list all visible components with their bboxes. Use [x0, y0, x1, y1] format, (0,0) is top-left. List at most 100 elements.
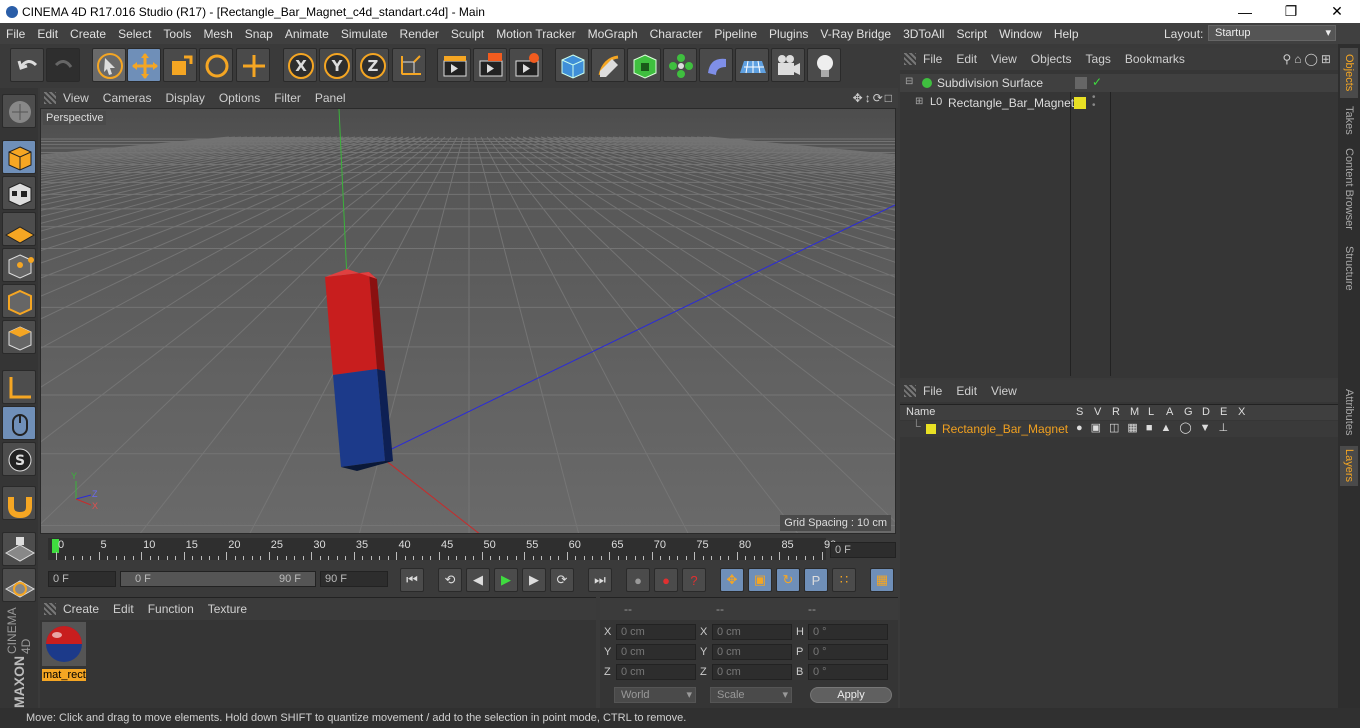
- menu-vray-bridge[interactable]: V-Ray Bridge: [814, 27, 897, 41]
- autokey-button[interactable]: ●: [654, 568, 678, 592]
- layer-col-header[interactable]: L: [1148, 406, 1154, 418]
- range-slider[interactable]: 0 F 90 F: [120, 571, 316, 587]
- key-position-button[interactable]: ✥: [720, 568, 744, 592]
- start-frame-field[interactable]: 0 F: [48, 571, 116, 587]
- next-key-button[interactable]: ⟳: [550, 568, 574, 592]
- world-dropdown[interactable]: World ▾: [614, 687, 696, 703]
- cube-object-button[interactable]: [555, 48, 589, 82]
- layer-col-header[interactable]: M: [1130, 406, 1139, 418]
- coord-value-field[interactable]: 0 °: [808, 624, 888, 640]
- coord-value-field[interactable]: 0 cm: [616, 664, 696, 680]
- menu-snap[interactable]: Snap: [239, 27, 279, 41]
- layer-menu-file[interactable]: File: [916, 384, 949, 398]
- scale-tool-button[interactable]: [163, 48, 197, 82]
- key-parameter-button[interactable]: P: [804, 568, 828, 592]
- viewport-menu-cameras[interactable]: Cameras: [96, 91, 159, 105]
- viewport-menu-filter[interactable]: Filter: [267, 91, 308, 105]
- object-toolbar-icons[interactable]: ⚲⌂◯⊞: [1282, 52, 1334, 66]
- menu-file[interactable]: File: [0, 27, 31, 41]
- tab-layers[interactable]: Layers: [1340, 446, 1358, 486]
- menu-sculpt[interactable]: Sculpt: [445, 27, 490, 41]
- next-frame-button[interactable]: ▶: [522, 568, 546, 592]
- material-name[interactable]: mat_rect: [42, 669, 86, 681]
- object-menu-view[interactable]: View: [984, 52, 1024, 66]
- menu-character[interactable]: Character: [644, 27, 709, 41]
- coord-value-field[interactable]: 0 cm: [712, 624, 792, 640]
- apply-button[interactable]: Apply: [810, 687, 892, 703]
- tab-takes[interactable]: Takes: [1340, 102, 1358, 138]
- object-name-subdivision[interactable]: Subdivision Surface: [937, 76, 1043, 90]
- coord-value-field[interactable]: 0 °: [808, 664, 888, 680]
- object-row-magnet[interactable]: ⊞ L0 Rectangle_Bar_Magnet • •: [900, 93, 1338, 112]
- z-axis-button[interactable]: Z: [355, 48, 389, 82]
- model-mode-button[interactable]: [2, 140, 36, 174]
- material-menu-edit[interactable]: Edit: [106, 602, 141, 616]
- end-frame-field[interactable]: 90 F: [320, 571, 388, 587]
- current-frame-field[interactable]: 0 F: [830, 542, 896, 558]
- viewport-menu-view[interactable]: View: [56, 91, 96, 105]
- layer-col-header[interactable]: R: [1112, 406, 1120, 418]
- previous-key-button[interactable]: ⟲: [438, 568, 462, 592]
- menu-help[interactable]: Help: [1048, 27, 1085, 41]
- y-axis-button[interactable]: Y: [319, 48, 353, 82]
- layer-col-header[interactable]: V: [1094, 406, 1101, 418]
- menu-tools[interactable]: Tools: [157, 27, 197, 41]
- menu-animate[interactable]: Animate: [279, 27, 335, 41]
- deformer-button[interactable]: [699, 48, 733, 82]
- expand-icon[interactable]: ⊞: [915, 96, 923, 107]
- x-axis-button[interactable]: X: [283, 48, 317, 82]
- planar-workplane-button[interactable]: [2, 568, 36, 602]
- object-menu-bookmarks[interactable]: Bookmarks: [1118, 52, 1192, 66]
- object-menu-tags[interactable]: Tags: [1079, 52, 1118, 66]
- magnet-tool-button[interactable]: [2, 486, 36, 520]
- edges-mode-button[interactable]: [2, 284, 36, 318]
- tab-content-browser[interactable]: Content Browser: [1340, 142, 1358, 236]
- go-to-start-button[interactable]: ⏮: [400, 568, 424, 592]
- key-rotation-button[interactable]: ↻: [776, 568, 800, 592]
- key-pla-button[interactable]: ∷: [832, 568, 856, 592]
- perspective-viewport[interactable]: Perspective Y Z X Grid Spacing : 10 cm: [40, 108, 896, 534]
- timeline-ruler[interactable]: 051015202530354045505560657075808590 0 F: [40, 536, 898, 564]
- move-tool-button[interactable]: [127, 48, 161, 82]
- material-swatch[interactable]: mat_rect: [42, 622, 86, 681]
- layer-col-header[interactable]: A: [1166, 406, 1173, 418]
- material-menu-create[interactable]: Create: [56, 602, 106, 616]
- live-selection-button[interactable]: [92, 48, 126, 82]
- menu-simulate[interactable]: Simulate: [335, 27, 394, 41]
- layer-color-swatch[interactable]: [1074, 97, 1086, 109]
- object-row-subdivision[interactable]: ⊟ Subdivision Surface ✓: [900, 74, 1338, 92]
- close-button[interactable]: ✕: [1314, 0, 1360, 23]
- texture-mode-button[interactable]: [2, 176, 36, 210]
- layer-menu-view[interactable]: View: [984, 384, 1024, 398]
- layer-color-swatch[interactable]: [926, 424, 936, 434]
- viewport-menu-panel[interactable]: Panel: [308, 91, 353, 105]
- timeline-window-button[interactable]: ▦: [870, 568, 894, 592]
- axis-mode-button[interactable]: [2, 370, 36, 404]
- tab-objects[interactable]: Objects: [1340, 48, 1358, 98]
- enabled-checkmark-icon[interactable]: ✓: [1092, 75, 1102, 89]
- make-editable-button[interactable]: [2, 94, 36, 128]
- maximize-button[interactable]: ❐: [1268, 0, 1314, 23]
- visibility-dots-icon[interactable]: • •: [1092, 93, 1096, 111]
- collapse-icon[interactable]: ⊟: [905, 76, 913, 87]
- visibility-toggle[interactable]: [1075, 77, 1087, 89]
- record-keys-button[interactable]: ●: [626, 568, 650, 592]
- coordinate-system-button[interactable]: [392, 48, 426, 82]
- scale-dropdown[interactable]: Scale ▾: [710, 687, 792, 703]
- coord-value-field[interactable]: 0 cm: [616, 644, 696, 660]
- coord-value-field[interactable]: 0 cm: [712, 644, 792, 660]
- menu-window[interactable]: Window: [993, 27, 1048, 41]
- layer-col-header[interactable]: E: [1220, 406, 1227, 418]
- menu-create[interactable]: Create: [64, 27, 112, 41]
- layer-col-header[interactable]: S: [1076, 406, 1083, 418]
- tweak-mode-button[interactable]: [2, 406, 36, 440]
- menu-script[interactable]: Script: [950, 27, 993, 41]
- menu-plugins[interactable]: Plugins: [763, 27, 814, 41]
- object-menu-objects[interactable]: Objects: [1024, 52, 1079, 66]
- object-menu-file[interactable]: File: [916, 52, 949, 66]
- menu-select[interactable]: Select: [112, 27, 157, 41]
- viewport-menu-options[interactable]: Options: [212, 91, 267, 105]
- viewport-nav-icons[interactable]: ✥↕⟳□: [853, 91, 894, 105]
- layer-flag-icons[interactable]: ●▣◫▦■▲◯▼⊥: [1076, 421, 1236, 434]
- viewport-menu-display[interactable]: Display: [158, 91, 211, 105]
